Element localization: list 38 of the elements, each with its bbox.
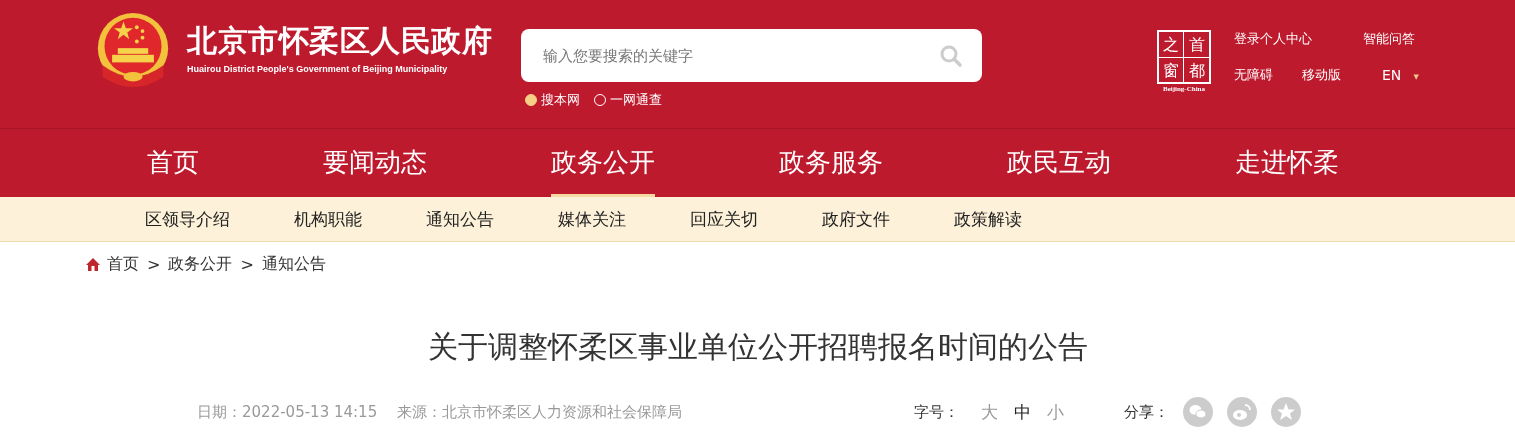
nav-tab[interactable]: 要闻动态: [323, 129, 427, 197]
nav-tab[interactable]: 首页: [147, 129, 199, 197]
publish-date: 日期：2022-05-13 14:15: [197, 402, 378, 422]
language-link[interactable]: EN: [1382, 67, 1402, 83]
radio-button[interactable]: [525, 94, 537, 106]
breadcrumb-separator: >: [147, 255, 161, 274]
font-size-label: 字号：: [914, 402, 960, 422]
radio-label[interactable]: 一网通查: [610, 91, 662, 109]
share-label: 分享：: [1124, 402, 1170, 422]
accessibility-link[interactable]: 无障碍: [1234, 66, 1302, 84]
nav-tab[interactable]: 走进怀柔: [1235, 129, 1339, 197]
radio-label[interactable]: 搜本网: [541, 91, 580, 109]
subnav-link[interactable]: 政府文件: [822, 207, 890, 231]
site-title: 北京市怀柔区人民政府: [187, 22, 493, 60]
mobile-link[interactable]: 移动版: [1302, 66, 1362, 84]
weibo-icon[interactable]: [1227, 397, 1258, 427]
search-field[interactable]: 输入您要搜索的关键字: [521, 29, 982, 82]
search-icon[interactable]: [940, 45, 962, 67]
subnav-link[interactable]: 区领导介绍: [145, 207, 230, 231]
subnav-link[interactable]: 机构职能: [294, 207, 362, 231]
breadcrumb-link[interactable]: 首页: [107, 254, 139, 275]
article-title: 关于调整怀柔区事业单位公开招聘报名时间的公告: [426, 328, 1089, 366]
breadcrumb-link[interactable]: 通知公告: [261, 254, 326, 275]
nav-tab[interactable]: 政务服务: [779, 129, 883, 197]
home-icon: [85, 257, 101, 272]
wechat-icon[interactable]: [1183, 397, 1214, 427]
site-subtitle: Huairou District People's Government of Beijing Municipality: [187, 64, 449, 74]
login-link[interactable]: 登录个人中心: [1234, 30, 1362, 48]
subnav-link[interactable]: 媒体关注: [558, 207, 626, 231]
subnav-link[interactable]: 政策解读: [954, 207, 1022, 231]
nav-tab[interactable]: 政民互动: [1007, 129, 1111, 197]
font-size-option[interactable]: 中: [1014, 400, 1032, 424]
breadcrumb-separator: >: [240, 255, 254, 274]
breadcrumb-link[interactable]: 政务公开: [168, 254, 233, 275]
smart-qa-link[interactable]: 智能问答: [1363, 30, 1430, 48]
subnav-link[interactable]: 回应关切: [690, 207, 758, 231]
subnav-link[interactable]: 通知公告: [426, 207, 494, 231]
article-source: 来源：北京市怀柔区人力资源和社会保障局: [397, 402, 683, 422]
